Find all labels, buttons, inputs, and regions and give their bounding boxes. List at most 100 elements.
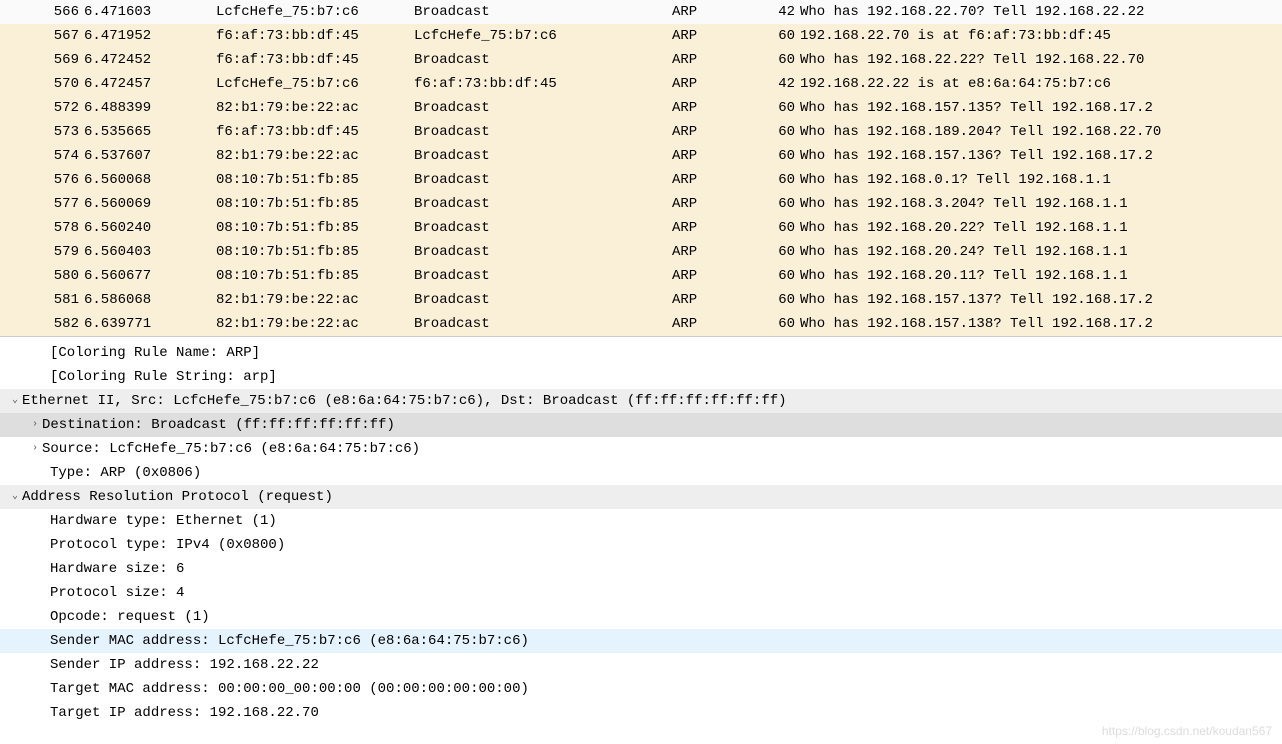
eth-type[interactable]: Type: ARP (0x0806) (0, 461, 1282, 485)
col-protocol: ARP (672, 120, 776, 144)
ethernet-header[interactable]: ⌄ Ethernet II, Src: LcfcHefe_75:b7:c6 (e… (0, 389, 1282, 413)
packet-row[interactable]: 5826.63977182:b1:79:be:22:acBroadcastARP… (0, 312, 1282, 336)
packet-row[interactable]: 5806.56067708:10:7b:51:fb:85BroadcastARP… (0, 264, 1282, 288)
packet-row[interactable]: 5766.56006808:10:7b:51:fb:85BroadcastARP… (0, 168, 1282, 192)
coloring-rule-string[interactable]: [Coloring Rule String: arp] (0, 365, 1282, 389)
col-destination: Broadcast (414, 312, 672, 336)
packet-details-pane[interactable]: [Coloring Rule Name: ARP] [Coloring Rule… (0, 337, 1282, 729)
col-time: 6.560240 (84, 216, 216, 240)
chevron-right-icon: › (28, 437, 42, 461)
coloring-rule-name[interactable]: [Coloring Rule Name: ARP] (0, 341, 1282, 365)
col-no: 580 (0, 264, 84, 288)
arp-opcode[interactable]: Opcode: request (1) (0, 605, 1282, 629)
col-no: 574 (0, 144, 84, 168)
col-time: 6.560069 (84, 192, 216, 216)
arp-sender-ip[interactable]: Sender IP address: 192.168.22.22 (0, 653, 1282, 677)
col-info: 192.168.22.22 is at e8:6a:64:75:b7:c6 (800, 72, 1282, 96)
col-length: 60 (776, 120, 800, 144)
col-length: 60 (776, 192, 800, 216)
col-source: 08:10:7b:51:fb:85 (216, 168, 414, 192)
col-no: 573 (0, 120, 84, 144)
arp-header[interactable]: ⌄ Address Resolution Protocol (request) (0, 485, 1282, 509)
col-protocol: ARP (672, 24, 776, 48)
chevron-down-icon: ⌄ (8, 485, 22, 509)
col-protocol: ARP (672, 144, 776, 168)
col-protocol: ARP (672, 288, 776, 312)
col-time: 6.586068 (84, 288, 216, 312)
col-no: 577 (0, 192, 84, 216)
col-source: f6:af:73:bb:df:45 (216, 24, 414, 48)
col-length: 42 (776, 72, 800, 96)
col-info: Who has 192.168.189.204? Tell 192.168.22… (800, 120, 1282, 144)
arp-hw-size[interactable]: Hardware size: 6 (0, 557, 1282, 581)
col-source: 08:10:7b:51:fb:85 (216, 240, 414, 264)
chevron-right-icon: › (28, 413, 42, 437)
col-time: 6.471952 (84, 24, 216, 48)
col-protocol: ARP (672, 216, 776, 240)
packet-row[interactable]: 5706.472457LcfcHefe_75:b7:c6f6:af:73:bb:… (0, 72, 1282, 96)
col-info: Who has 192.168.157.135? Tell 192.168.17… (800, 96, 1282, 120)
col-info: Who has 192.168.157.137? Tell 192.168.17… (800, 288, 1282, 312)
col-protocol: ARP (672, 192, 776, 216)
packet-row[interactable]: 5666.471603LcfcHefe_75:b7:c6BroadcastARP… (0, 0, 1282, 24)
col-no: 576 (0, 168, 84, 192)
col-destination: Broadcast (414, 216, 672, 240)
arp-proto-type[interactable]: Protocol type: IPv4 (0x0800) (0, 533, 1282, 557)
packet-row[interactable]: 5776.56006908:10:7b:51:fb:85BroadcastARP… (0, 192, 1282, 216)
col-source: 08:10:7b:51:fb:85 (216, 216, 414, 240)
arp-proto-size[interactable]: Protocol size: 4 (0, 581, 1282, 605)
eth-source-text: Source: LcfcHefe_75:b7:c6 (e8:6a:64:75:b… (42, 437, 420, 461)
arp-hw-type[interactable]: Hardware type: Ethernet (1) (0, 509, 1282, 533)
col-no: 578 (0, 216, 84, 240)
col-time: 6.488399 (84, 96, 216, 120)
col-protocol: ARP (672, 48, 776, 72)
col-no: 567 (0, 24, 84, 48)
packet-list-pane[interactable]: 5666.471603LcfcHefe_75:b7:c6BroadcastARP… (0, 0, 1282, 337)
col-protocol: ARP (672, 72, 776, 96)
col-destination: Broadcast (414, 168, 672, 192)
col-no: 572 (0, 96, 84, 120)
packet-row[interactable]: 5676.471952f6:af:73:bb:df:45LcfcHefe_75:… (0, 24, 1282, 48)
col-destination: f6:af:73:bb:df:45 (414, 72, 672, 96)
col-source: 08:10:7b:51:fb:85 (216, 192, 414, 216)
col-length: 60 (776, 96, 800, 120)
col-length: 60 (776, 24, 800, 48)
packet-row[interactable]: 5816.58606882:b1:79:be:22:acBroadcastARP… (0, 288, 1282, 312)
col-no: 569 (0, 48, 84, 72)
col-info: Who has 192.168.3.204? Tell 192.168.1.1 (800, 192, 1282, 216)
col-destination: Broadcast (414, 144, 672, 168)
col-time: 6.535665 (84, 120, 216, 144)
watermark: https://blog.csdn.net/koudan567 (1102, 724, 1272, 738)
col-destination: Broadcast (414, 240, 672, 264)
eth-destination[interactable]: › Destination: Broadcast (ff:ff:ff:ff:ff… (0, 413, 1282, 437)
col-source: f6:af:73:bb:df:45 (216, 48, 414, 72)
packet-row[interactable]: 5786.56024008:10:7b:51:fb:85BroadcastARP… (0, 216, 1282, 240)
col-source: 82:b1:79:be:22:ac (216, 96, 414, 120)
col-source: LcfcHefe_75:b7:c6 (216, 0, 414, 24)
eth-destination-text: Destination: Broadcast (ff:ff:ff:ff:ff:f… (42, 413, 395, 437)
col-destination: Broadcast (414, 120, 672, 144)
packet-row[interactable]: 5796.56040308:10:7b:51:fb:85BroadcastARP… (0, 240, 1282, 264)
col-destination: Broadcast (414, 0, 672, 24)
packet-row[interactable]: 5746.53760782:b1:79:be:22:acBroadcastARP… (0, 144, 1282, 168)
col-protocol: ARP (672, 96, 776, 120)
col-time: 6.560068 (84, 168, 216, 192)
col-time: 6.471603 (84, 0, 216, 24)
col-info: Who has 192.168.157.136? Tell 192.168.17… (800, 144, 1282, 168)
col-protocol: ARP (672, 240, 776, 264)
col-protocol: ARP (672, 0, 776, 24)
col-destination: Broadcast (414, 192, 672, 216)
col-time: 6.560403 (84, 240, 216, 264)
packet-row[interactable]: 5696.472452f6:af:73:bb:df:45BroadcastARP… (0, 48, 1282, 72)
packet-row[interactable]: 5726.48839982:b1:79:be:22:acBroadcastARP… (0, 96, 1282, 120)
col-length: 60 (776, 312, 800, 336)
arp-target-ip[interactable]: Target IP address: 192.168.22.70 (0, 701, 1282, 725)
col-destination: Broadcast (414, 48, 672, 72)
packet-row[interactable]: 5736.535665f6:af:73:bb:df:45BroadcastARP… (0, 120, 1282, 144)
col-info: 192.168.22.70 is at f6:af:73:bb:df:45 (800, 24, 1282, 48)
col-destination: Broadcast (414, 96, 672, 120)
arp-sender-mac[interactable]: Sender MAC address: LcfcHefe_75:b7:c6 (e… (0, 629, 1282, 653)
eth-source[interactable]: › Source: LcfcHefe_75:b7:c6 (e8:6a:64:75… (0, 437, 1282, 461)
arp-target-mac[interactable]: Target MAC address: 00:00:00_00:00:00 (0… (0, 677, 1282, 701)
col-destination: Broadcast (414, 288, 672, 312)
